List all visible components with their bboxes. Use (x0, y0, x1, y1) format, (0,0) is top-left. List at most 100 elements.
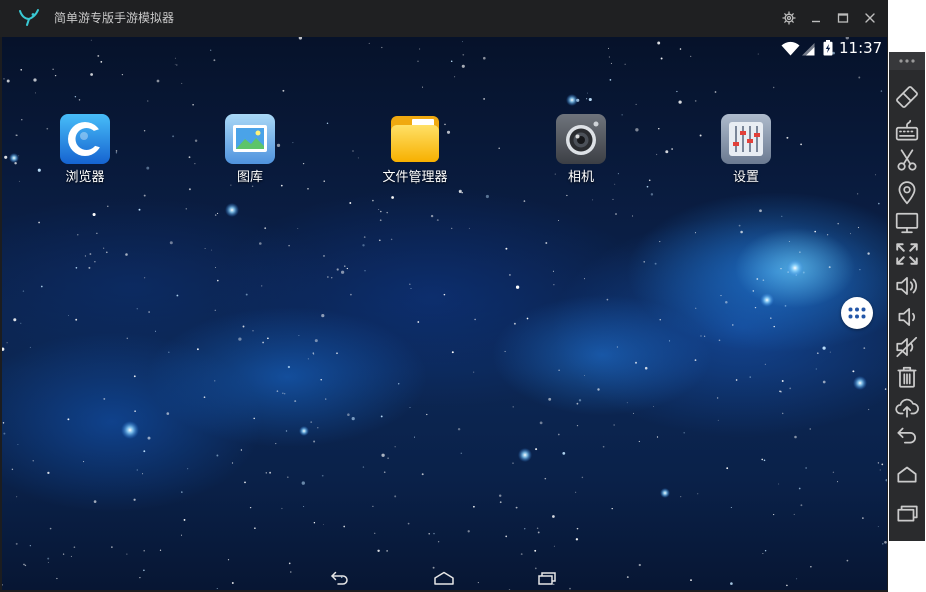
star (6, 79, 10, 83)
star (378, 239, 381, 242)
emulator-window: 简单游专版手游模拟器 11:37 浏览器 图库 文件管理器 相机 设置 (0, 0, 888, 592)
star (136, 308, 138, 310)
nav-recents-button[interactable] (537, 571, 557, 585)
star (458, 189, 462, 193)
keyboard-button[interactable] (894, 118, 920, 144)
star (499, 501, 502, 504)
trash-button[interactable] (894, 364, 920, 390)
star (749, 376, 751, 378)
screenshot-button[interactable] (894, 147, 920, 173)
star (323, 180, 325, 182)
star (575, 538, 579, 541)
star (778, 483, 780, 485)
display-button[interactable] (894, 210, 920, 236)
star (566, 194, 568, 197)
star (83, 461, 85, 463)
star (613, 424, 615, 426)
star (545, 242, 548, 244)
star (93, 500, 97, 503)
star (146, 166, 150, 170)
nav-back-button[interactable] (330, 571, 350, 585)
star (584, 375, 585, 377)
volume-down-button[interactable] (894, 304, 920, 330)
volume-up-button[interactable] (894, 273, 920, 299)
star (166, 412, 170, 415)
toolbar-recents-button[interactable] (894, 500, 920, 526)
star (287, 365, 291, 369)
star (15, 134, 17, 136)
close-button[interactable] (863, 11, 877, 25)
star (665, 150, 669, 154)
star (668, 340, 671, 342)
star (798, 487, 801, 490)
star (426, 413, 428, 416)
star (394, 495, 397, 498)
star (174, 63, 176, 65)
star (730, 507, 732, 508)
star (716, 397, 719, 399)
more-button[interactable] (894, 54, 920, 68)
star (477, 582, 479, 584)
star (764, 363, 767, 366)
cloud-upload-button[interactable] (894, 394, 920, 420)
star (539, 421, 543, 425)
star (837, 481, 839, 483)
minimize-button[interactable] (809, 11, 823, 25)
title-bar[interactable]: 简单游专版手游模拟器 (0, 0, 888, 37)
star (468, 227, 470, 229)
star (148, 311, 150, 313)
maximize-button[interactable] (836, 11, 850, 25)
star (380, 415, 383, 418)
fullscreen-button[interactable] (894, 241, 920, 267)
star (100, 61, 103, 63)
star (483, 98, 485, 100)
app-camera[interactable]: 相机 (531, 114, 631, 186)
star (88, 266, 91, 269)
star (249, 506, 252, 509)
star (78, 99, 81, 101)
side-toolbar (889, 52, 925, 541)
star (638, 563, 641, 567)
star (349, 202, 352, 204)
star (84, 255, 86, 257)
star (816, 352, 819, 355)
star (717, 419, 719, 421)
star (313, 440, 316, 443)
star (62, 553, 65, 555)
star (89, 253, 92, 255)
star (344, 265, 346, 267)
star (194, 163, 196, 165)
star (16, 496, 18, 498)
star (695, 307, 697, 309)
minimize-icon (812, 20, 820, 23)
mute-button[interactable] (894, 334, 920, 360)
toolbar-home-button[interactable] (894, 461, 920, 487)
rotate-screen-icon (896, 86, 918, 108)
star (96, 232, 98, 234)
star (363, 236, 366, 238)
android-screen[interactable]: 11:37 浏览器 图库 文件管理器 相机 设置 (2, 37, 887, 590)
location-button[interactable] (894, 180, 920, 206)
app-browser[interactable]: 浏览器 (35, 114, 135, 186)
app-drawer-button[interactable] (841, 297, 873, 329)
star (143, 129, 146, 132)
star (23, 563, 25, 566)
app-label: 浏览器 (65, 170, 105, 185)
star (381, 453, 385, 457)
star (789, 387, 792, 390)
app-settings[interactable]: 设置 (696, 114, 796, 186)
volume-up-icon (896, 277, 918, 295)
settings-button[interactable] (782, 11, 796, 25)
toolbar-back-button[interactable] (894, 422, 920, 448)
star (259, 242, 262, 245)
star (859, 268, 861, 271)
star (56, 577, 58, 580)
bright-star (225, 203, 239, 217)
rotate-screen-button[interactable] (894, 84, 920, 110)
nav-home-button[interactable] (433, 571, 455, 585)
app-file-manager[interactable]: 文件管理器 (365, 114, 465, 186)
app-gallery[interactable]: 图库 (200, 114, 300, 186)
star (125, 253, 128, 256)
star (584, 278, 585, 280)
star (143, 569, 145, 572)
